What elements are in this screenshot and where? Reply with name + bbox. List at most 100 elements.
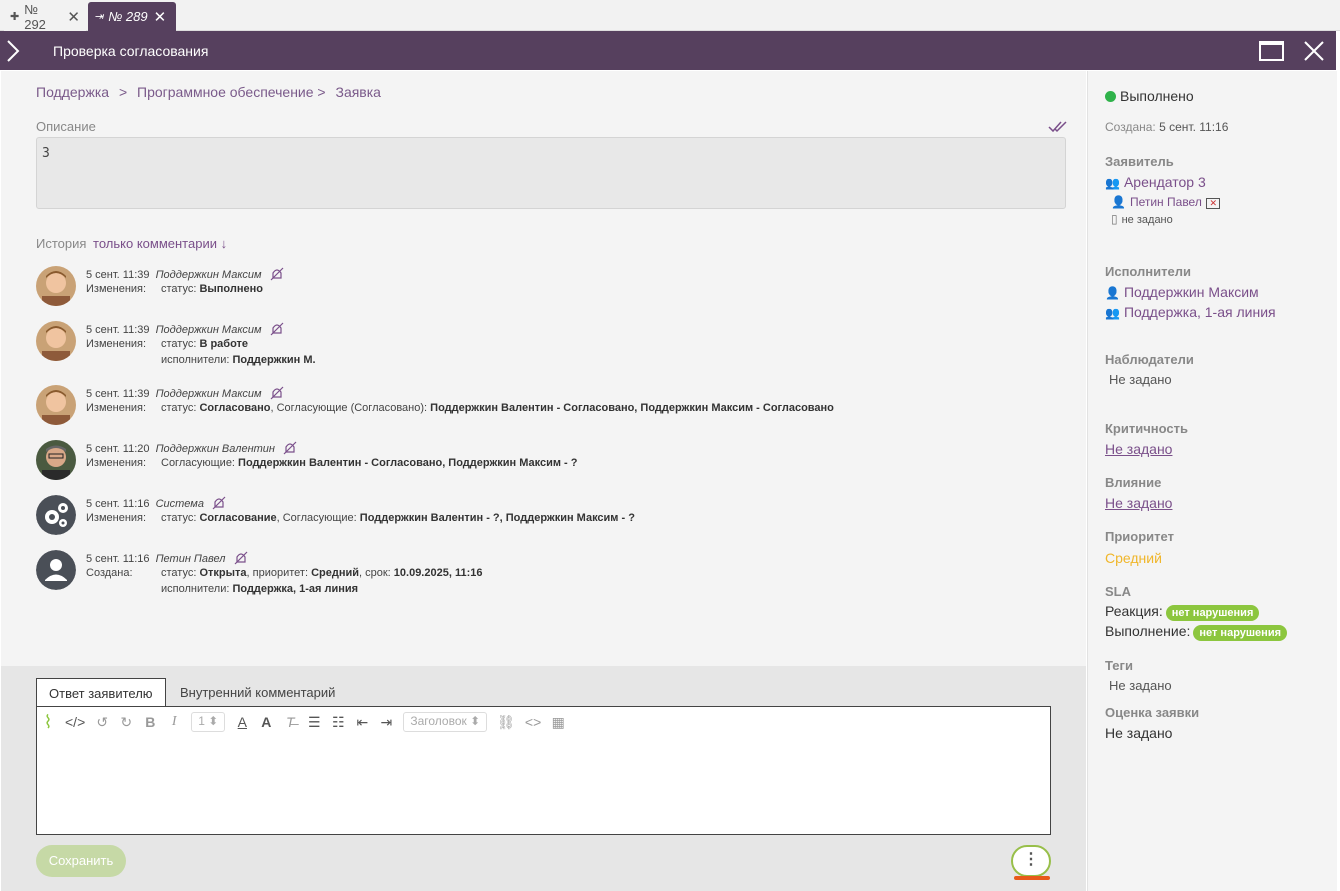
executor-link[interactable]: Поддержка, 1-ая линия — [1124, 304, 1276, 320]
entry-change: Изменения: статус: Выполнено — [86, 283, 263, 295]
entry-key: Создана: — [86, 567, 133, 579]
entry-time: 5 сент. 11:16 — [86, 553, 150, 565]
bell-off-icon[interactable] — [269, 322, 285, 336]
pin-icon[interactable]: ✚ — [10, 10, 19, 23]
entry-author[interactable]: Поддержкин Максим — [156, 324, 262, 336]
entry-value: В работе — [199, 338, 249, 350]
entry-change: Создана: статус: Открыта, приоритет: Сред… — [86, 567, 482, 579]
clear-format-icon[interactable]: T̶ — [283, 714, 297, 730]
rating-value: Не задано — [1105, 725, 1173, 741]
entry-text: статус: — [161, 338, 200, 350]
font-size-select[interactable]: 1 ⬍ — [191, 712, 226, 732]
tab-internal-comment[interactable]: Внутренний комментарий — [168, 678, 347, 707]
priority-value[interactable]: Средний — [1105, 550, 1162, 566]
history-header: История только комментарии ↓ — [36, 236, 227, 251]
pinned-icon[interactable]: ⇥ — [94, 10, 103, 23]
save-button[interactable]: Сохранить — [36, 845, 126, 877]
tab-292[interactable]: ✚ № 292 ✕ — [4, 1, 86, 32]
breadcrumb-item[interactable]: Заявка — [335, 84, 380, 100]
sla-reaction-label: Реакция: — [1105, 603, 1163, 619]
editor-toolbar: ⌇ </> ↺ ↻ B I 1 ⬍ A A T̶ ☰ ☷ ⇤ ⇥ Заголов… — [41, 712, 575, 732]
entry-meta: 5 сент. 11:39 Поддержкин Максим — [86, 267, 285, 281]
highlight-icon[interactable]: A — [259, 714, 273, 730]
executor-link[interactable]: Поддержкин Максим — [1124, 284, 1259, 300]
entry-time: 5 сент. 11:39 — [86, 324, 150, 336]
undo-icon[interactable]: ↺ — [95, 714, 109, 731]
applicant-phone: ▯ не задано — [1111, 210, 1173, 228]
breadcrumb-item[interactable]: Поддержка — [36, 84, 109, 100]
executor-item: 👥 Поддержка, 1-ая линия — [1105, 304, 1276, 322]
numbered-list-icon[interactable]: ☷ — [331, 714, 345, 731]
criticality-value[interactable]: Не задано — [1105, 441, 1172, 457]
code-icon[interactable]: <> — [525, 714, 541, 730]
link-icon[interactable]: ⛓ — [497, 714, 515, 731]
applicant-org: 👥 Арендатор 3 — [1105, 174, 1206, 192]
more-options-button[interactable]: ⋮ — [1011, 845, 1051, 877]
entry-change: исполнители: Поддержка, 1-ая линия — [86, 583, 358, 595]
criticality-heading: Критичность — [1105, 421, 1188, 436]
bold-icon[interactable]: B — [143, 714, 157, 730]
close-icon[interactable] — [1303, 40, 1325, 62]
table-icon[interactable]: ▦ — [551, 714, 565, 731]
bullet-list-icon[interactable]: ☰ — [307, 714, 321, 731]
tab-reply-applicant[interactable]: Ответ заявителю — [36, 678, 166, 707]
entry-text: исполнители: — [161, 354, 233, 366]
heading-select[interactable]: Заголовок ⬍ — [403, 712, 488, 732]
avatar — [36, 266, 76, 306]
email-broken-icon[interactable]: ✕ — [1206, 198, 1221, 209]
entry-author[interactable]: Поддержкин Валентин — [156, 443, 275, 455]
executor-item: 👤 Поддержкин Максим — [1105, 284, 1259, 302]
close-tab-icon[interactable]: ✕ — [67, 8, 80, 26]
tags-heading: Теги — [1105, 658, 1133, 673]
close-tab-icon[interactable]: ✕ — [154, 8, 167, 26]
entry-meta: 5 сент. 11:39 Поддержкин Максим — [86, 322, 285, 336]
created-info: Создана: 5 сент. 11:16 — [1105, 120, 1228, 134]
text-color-icon[interactable]: A — [235, 714, 249, 730]
history-filter-link[interactable]: только комментарии ↓ — [93, 236, 227, 251]
entry-author[interactable]: Петин Павел — [156, 553, 226, 565]
attach-icon[interactable]: ⌇ — [41, 712, 55, 733]
observers-value[interactable]: Не задано — [1109, 372, 1172, 387]
breadcrumb-separator: > — [118, 84, 128, 100]
tags-value[interactable]: Не задано — [1109, 678, 1172, 693]
entry-author[interactable]: Поддержкин Максим — [156, 269, 262, 281]
bell-off-icon[interactable] — [269, 267, 285, 281]
rating-heading: Оценка заявки — [1105, 705, 1200, 720]
entry-text: исполнители: — [161, 583, 233, 595]
bell-off-icon[interactable] — [282, 441, 298, 455]
reply-editor[interactable]: ⌇ </> ↺ ↻ B I 1 ⬍ A A T̶ ☰ ☷ ⇤ ⇥ Заголов… — [36, 706, 1051, 835]
indent-icon[interactable]: ⇥ — [379, 714, 393, 731]
entry-key: Изменения: — [86, 512, 147, 524]
impact-value[interactable]: Не задано — [1105, 495, 1172, 511]
maximize-icon[interactable] — [1259, 41, 1284, 61]
users-icon: 👥 — [1105, 306, 1120, 320]
applicant-person-link[interactable]: Петин Павел — [1130, 195, 1202, 209]
bell-off-icon[interactable] — [233, 551, 249, 565]
ticket-header: Проверка согласования — [0, 31, 1336, 70]
user-avatar-icon — [36, 550, 76, 590]
entry-time: 5 сент. 11:20 — [86, 443, 150, 455]
description-field[interactable]: 3 — [36, 137, 1066, 209]
entry-text: Согласующие: — [161, 457, 239, 469]
tab-label: № 292 — [24, 1, 46, 32]
italic-icon[interactable]: I — [167, 714, 181, 730]
tab-289[interactable]: ⇥ № 289 ✕ — [88, 2, 176, 31]
source-code-icon[interactable]: </> — [65, 714, 85, 730]
avatar — [36, 385, 76, 425]
breadcrumb-item[interactable]: Программное обеспечение > — [137, 84, 326, 100]
entry-author[interactable]: Система — [156, 498, 204, 510]
entry-value: Поддержкин Валентин - Согласовано, Подде… — [238, 457, 578, 469]
entry-change: Изменения: статус: В работе — [86, 338, 248, 350]
entry-meta: 5 сент. 11:16 Петин Павел — [86, 551, 249, 565]
double-check-icon[interactable] — [1048, 121, 1068, 133]
bell-off-icon[interactable] — [269, 386, 285, 400]
ticket-title: Проверка согласования — [53, 43, 209, 59]
applicant-org-link[interactable]: Арендатор 3 — [1124, 174, 1206, 190]
entry-text: статус: — [161, 512, 200, 524]
history-entry: 5 сент. 11:16 Петин Павел Создана: статус… — [36, 550, 1076, 595]
bell-off-icon[interactable] — [211, 496, 227, 510]
expand-chevron-icon[interactable] — [6, 40, 20, 62]
outdent-icon[interactable]: ⇤ — [355, 714, 369, 731]
entry-author[interactable]: Поддержкин Максим — [156, 388, 262, 400]
redo-icon[interactable]: ↻ — [119, 714, 133, 731]
